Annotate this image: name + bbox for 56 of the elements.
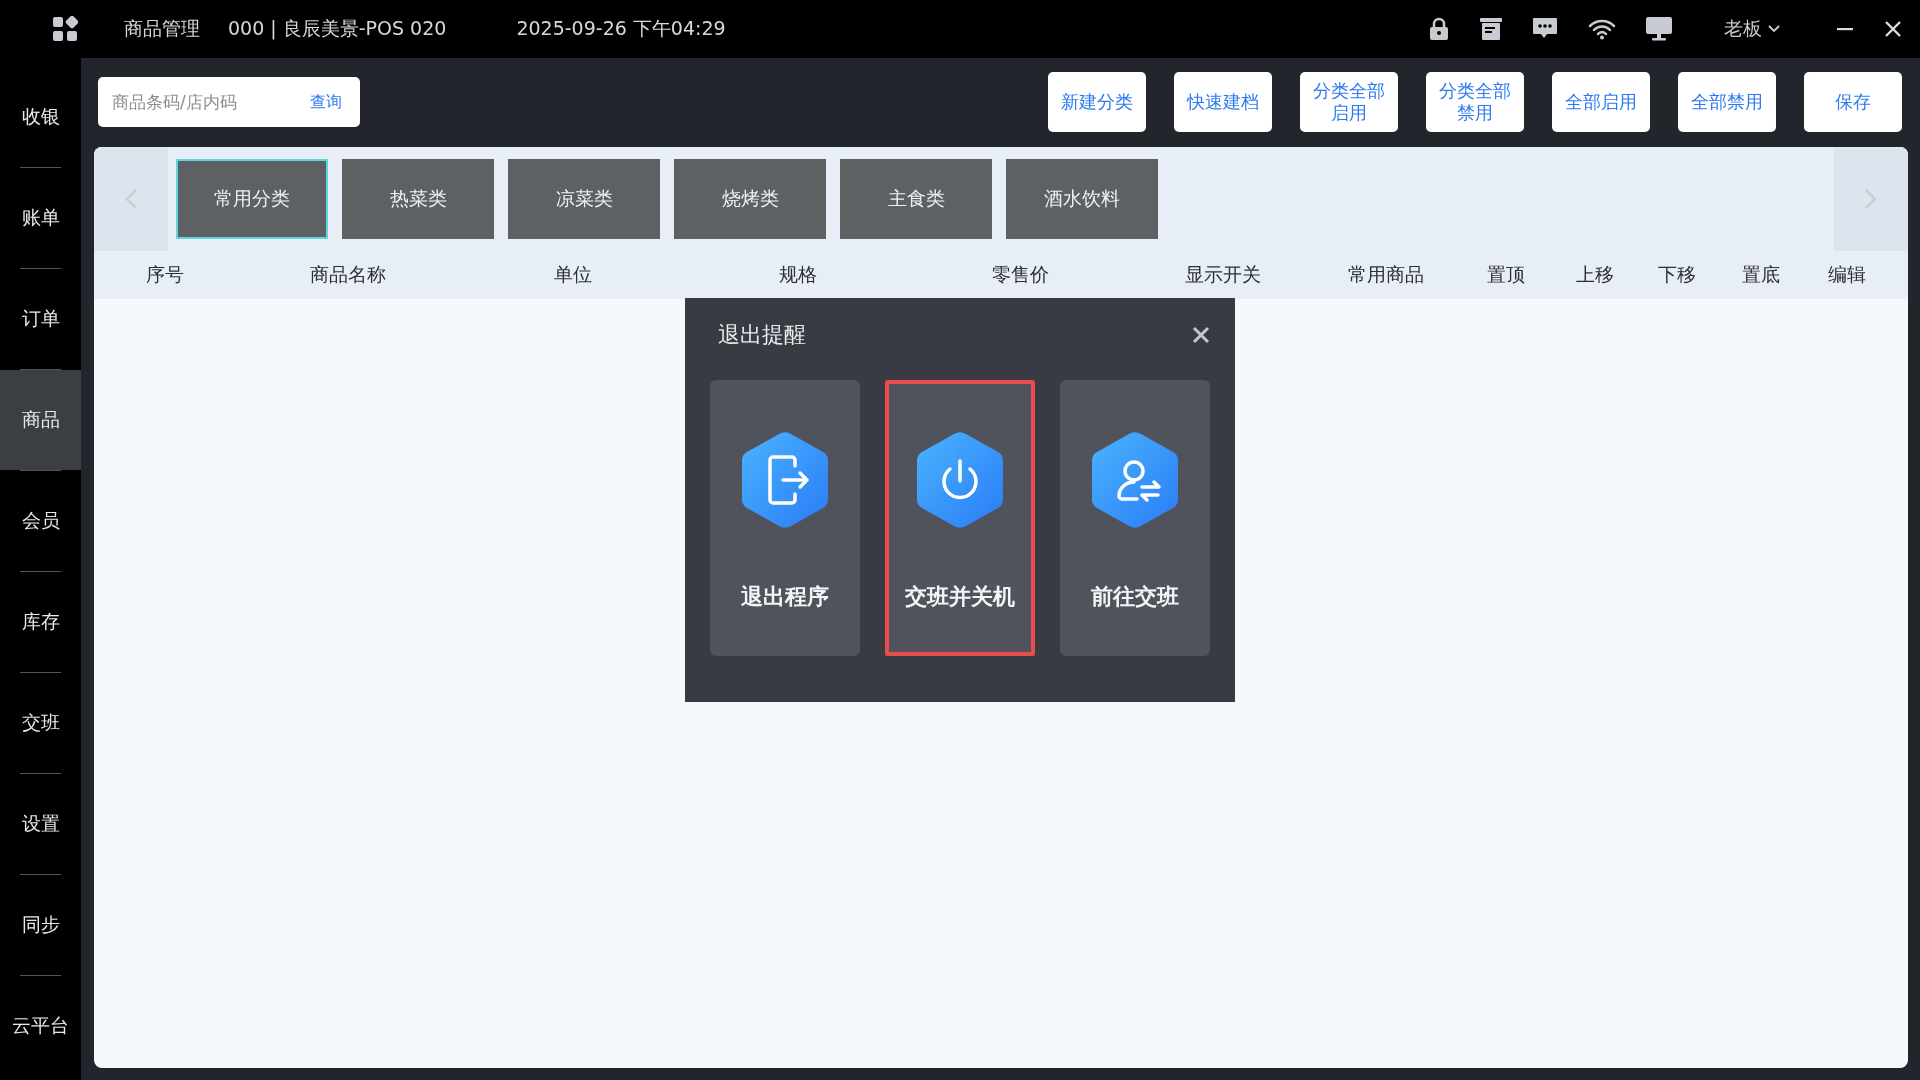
user-swap-icon <box>1091 432 1179 528</box>
module-title: 商品管理 <box>124 16 200 41</box>
dialog-title: 退出提醒 <box>718 321 806 349</box>
sidebar-item[interactable]: 会员 <box>0 471 81 571</box>
column-header: 常用商品 <box>1347 262 1425 287</box>
exit-option[interactable]: 退出程序 <box>710 380 860 656</box>
close-icon[interactable] <box>1884 20 1902 38</box>
toolbar-button[interactable]: 全部启用 <box>1552 72 1650 132</box>
category-tab[interactable]: 主食类 <box>840 159 992 239</box>
store-name: 000 | 良辰美景-POS 020 <box>228 16 447 42</box>
column-header: 置底 <box>1741 262 1781 287</box>
power-icon <box>916 432 1004 528</box>
date-time: 2025-09-26 下午04:29 <box>516 16 726 41</box>
category-tab[interactable]: 常用分类 <box>176 159 328 239</box>
user-menu[interactable]: 老板 <box>1724 16 1780 42</box>
document-icon[interactable] <box>1480 18 1502 40</box>
exit-option[interactable]: 前往交班 <box>1060 380 1210 656</box>
apps-grid-icon[interactable] <box>52 16 78 42</box>
toolbar-button[interactable]: 分类全部禁用 <box>1426 72 1524 132</box>
monitor-icon[interactable] <box>1646 17 1672 41</box>
exit-door-icon <box>741 432 829 528</box>
column-header: 零售价 <box>991 262 1050 287</box>
column-header: 下移 <box>1657 262 1697 287</box>
sidebar-item[interactable]: 订单 <box>0 269 81 369</box>
caret-icon <box>1768 25 1780 33</box>
toolbar-button[interactable]: 全部禁用 <box>1678 72 1776 132</box>
sidebar-item[interactable]: 库存 <box>0 572 81 672</box>
column-header: 规格 <box>778 262 818 287</box>
close-icon[interactable] <box>1192 326 1210 344</box>
sidebar-item[interactable]: 云平台 <box>0 976 81 1076</box>
toolbar-button[interactable]: 分类全部启用 <box>1300 72 1398 132</box>
column-header: 显示开关 <box>1183 262 1262 287</box>
sidebar-item[interactable]: 账单 <box>0 168 81 268</box>
wifi-icon[interactable] <box>1588 18 1616 40</box>
toolbar-button[interactable]: 新建分类 <box>1048 72 1146 132</box>
category-tab[interactable]: 热菜类 <box>342 159 494 239</box>
sidebar-item[interactable]: 收银 <box>0 67 81 167</box>
lock-icon[interactable] <box>1428 17 1450 41</box>
category-tab[interactable]: 酒水饮料 <box>1006 159 1158 239</box>
exit-option[interactable]: 交班并关机 <box>885 380 1035 656</box>
column-header: 编辑 <box>1827 262 1867 287</box>
sidebar-item[interactable]: 设置 <box>0 774 81 874</box>
category-tab[interactable]: 烧烤类 <box>674 159 826 239</box>
search-button[interactable]: 查询 <box>302 91 350 113</box>
sidebar-item[interactable]: 交班 <box>0 673 81 773</box>
sidebar-item[interactable]: 商品 <box>0 370 81 470</box>
column-header: 商品名称 <box>308 262 387 287</box>
toolbar-button[interactable]: 保存 <box>1804 72 1902 132</box>
search-field[interactable]: 商品条码/店内码 查询 <box>98 77 360 127</box>
category-tab[interactable]: 凉菜类 <box>508 159 660 239</box>
column-header: 置顶 <box>1485 262 1526 287</box>
sidebar-item[interactable]: 同步 <box>0 875 81 975</box>
toolbar-button[interactable]: 快速建档 <box>1174 72 1272 132</box>
column-header: 单位 <box>552 262 593 287</box>
column-header: 序号 <box>144 262 185 287</box>
column-header: 上移 <box>1575 262 1615 287</box>
